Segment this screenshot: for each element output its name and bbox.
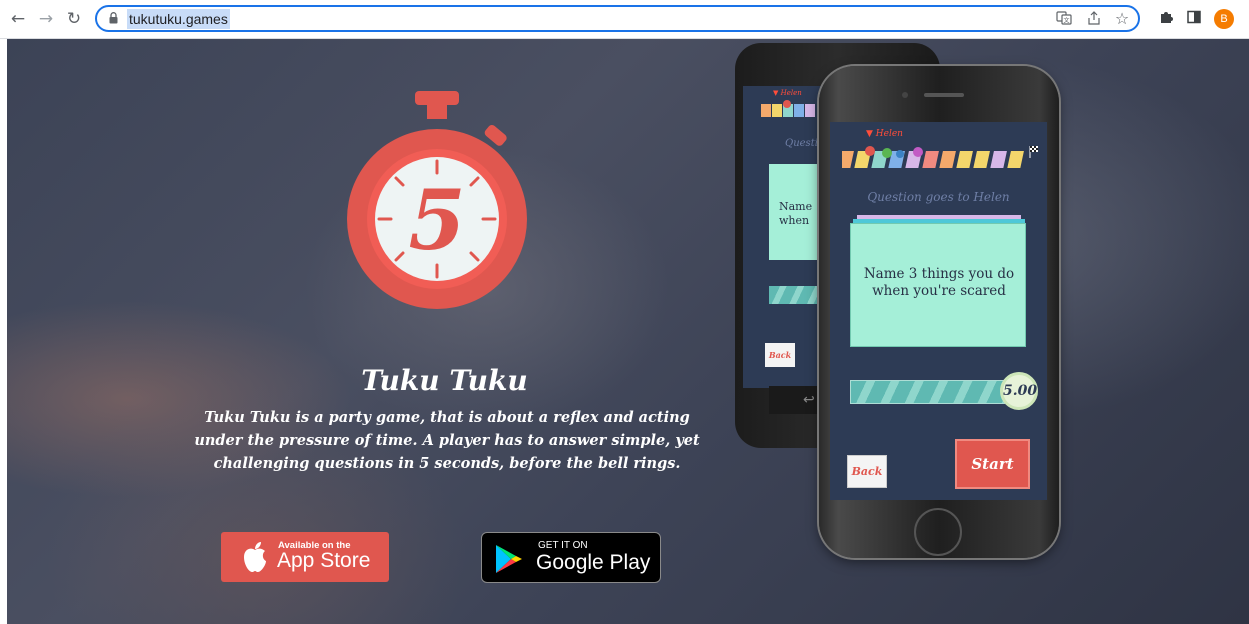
google-play-icon bbox=[496, 545, 522, 573]
card-text-line2: when you're scared bbox=[872, 283, 1006, 299]
card-text-line1: Name 3 things you do bbox=[863, 266, 1015, 282]
app-store-big-text: App Store bbox=[277, 549, 371, 572]
google-play-button[interactable]: GET IT ON Google Play bbox=[481, 532, 661, 583]
game-description: Tuku Tuku is a party game, that is about… bbox=[194, 409, 700, 472]
bookmark-star-icon[interactable]: ☆ bbox=[1113, 10, 1131, 28]
share-icon[interactable] bbox=[1085, 10, 1103, 28]
svg-text:文: 文 bbox=[1063, 17, 1069, 25]
finish-flag-icon bbox=[1029, 146, 1038, 158]
start-button[interactable]: Start bbox=[955, 439, 1030, 489]
google-play-small-text: GET IT ON bbox=[538, 540, 588, 551]
reload-icon[interactable]: ↻ bbox=[63, 8, 85, 30]
extensions-icon[interactable] bbox=[1156, 9, 1176, 29]
timer-digit: 5 bbox=[408, 173, 465, 269]
back-button[interactable]: Back bbox=[847, 455, 887, 488]
app-store-button[interactable]: Available on the App Store bbox=[221, 532, 389, 582]
timer-bar bbox=[850, 380, 1005, 404]
google-play-big-text: Google Play bbox=[536, 551, 651, 574]
pawn-purple-icon bbox=[913, 147, 923, 157]
browser-toolbar: ← → ↻ tukutuku.games 文 ☆ B bbox=[0, 0, 1249, 39]
home-button[interactable] bbox=[914, 508, 962, 556]
lock-icon[interactable] bbox=[109, 12, 118, 24]
player-name: ▼ Helen bbox=[866, 129, 903, 139]
back-icon[interactable]: ← bbox=[7, 8, 29, 30]
speaker-grille bbox=[924, 93, 964, 97]
game-track bbox=[842, 146, 1038, 168]
phone-mockup-front: ▼ Helen Question goes to Helen Name 3 th… bbox=[819, 66, 1059, 558]
pawn-green-icon bbox=[882, 148, 892, 158]
url-text[interactable]: tukutuku.games bbox=[127, 9, 230, 29]
translate-icon[interactable]: 文 bbox=[1055, 10, 1073, 28]
card-text-line1: Name bbox=[779, 200, 813, 213]
address-bar[interactable]: tukutuku.games 文 ☆ bbox=[95, 5, 1140, 32]
timer-badge: 5.00 bbox=[1000, 372, 1038, 410]
apple-icon bbox=[244, 542, 266, 572]
player-name: ▼ Helen bbox=[773, 89, 802, 97]
hero-section: 5 Tuku Tuku Tuku Tuku is a party game, t… bbox=[7, 39, 1249, 624]
back-button[interactable]: Back bbox=[765, 343, 795, 367]
pawn-blue-icon bbox=[896, 150, 904, 158]
phone-front-screen: ▼ Helen Question goes to Helen Name 3 th… bbox=[830, 122, 1047, 500]
forward-icon[interactable]: → bbox=[35, 8, 57, 30]
stopwatch-logo: 5 bbox=[347, 91, 527, 309]
question-label: Question goes to Helen bbox=[867, 190, 1010, 204]
profile-avatar[interactable]: B bbox=[1214, 9, 1234, 29]
side-panel-icon[interactable] bbox=[1184, 9, 1204, 29]
camera-icon bbox=[902, 92, 908, 98]
card-text-line2: when bbox=[779, 214, 810, 227]
question-card: Name 3 things you do when you're scared bbox=[850, 223, 1026, 347]
pawn-red-icon bbox=[865, 146, 875, 156]
question-label: Questi bbox=[785, 138, 818, 149]
